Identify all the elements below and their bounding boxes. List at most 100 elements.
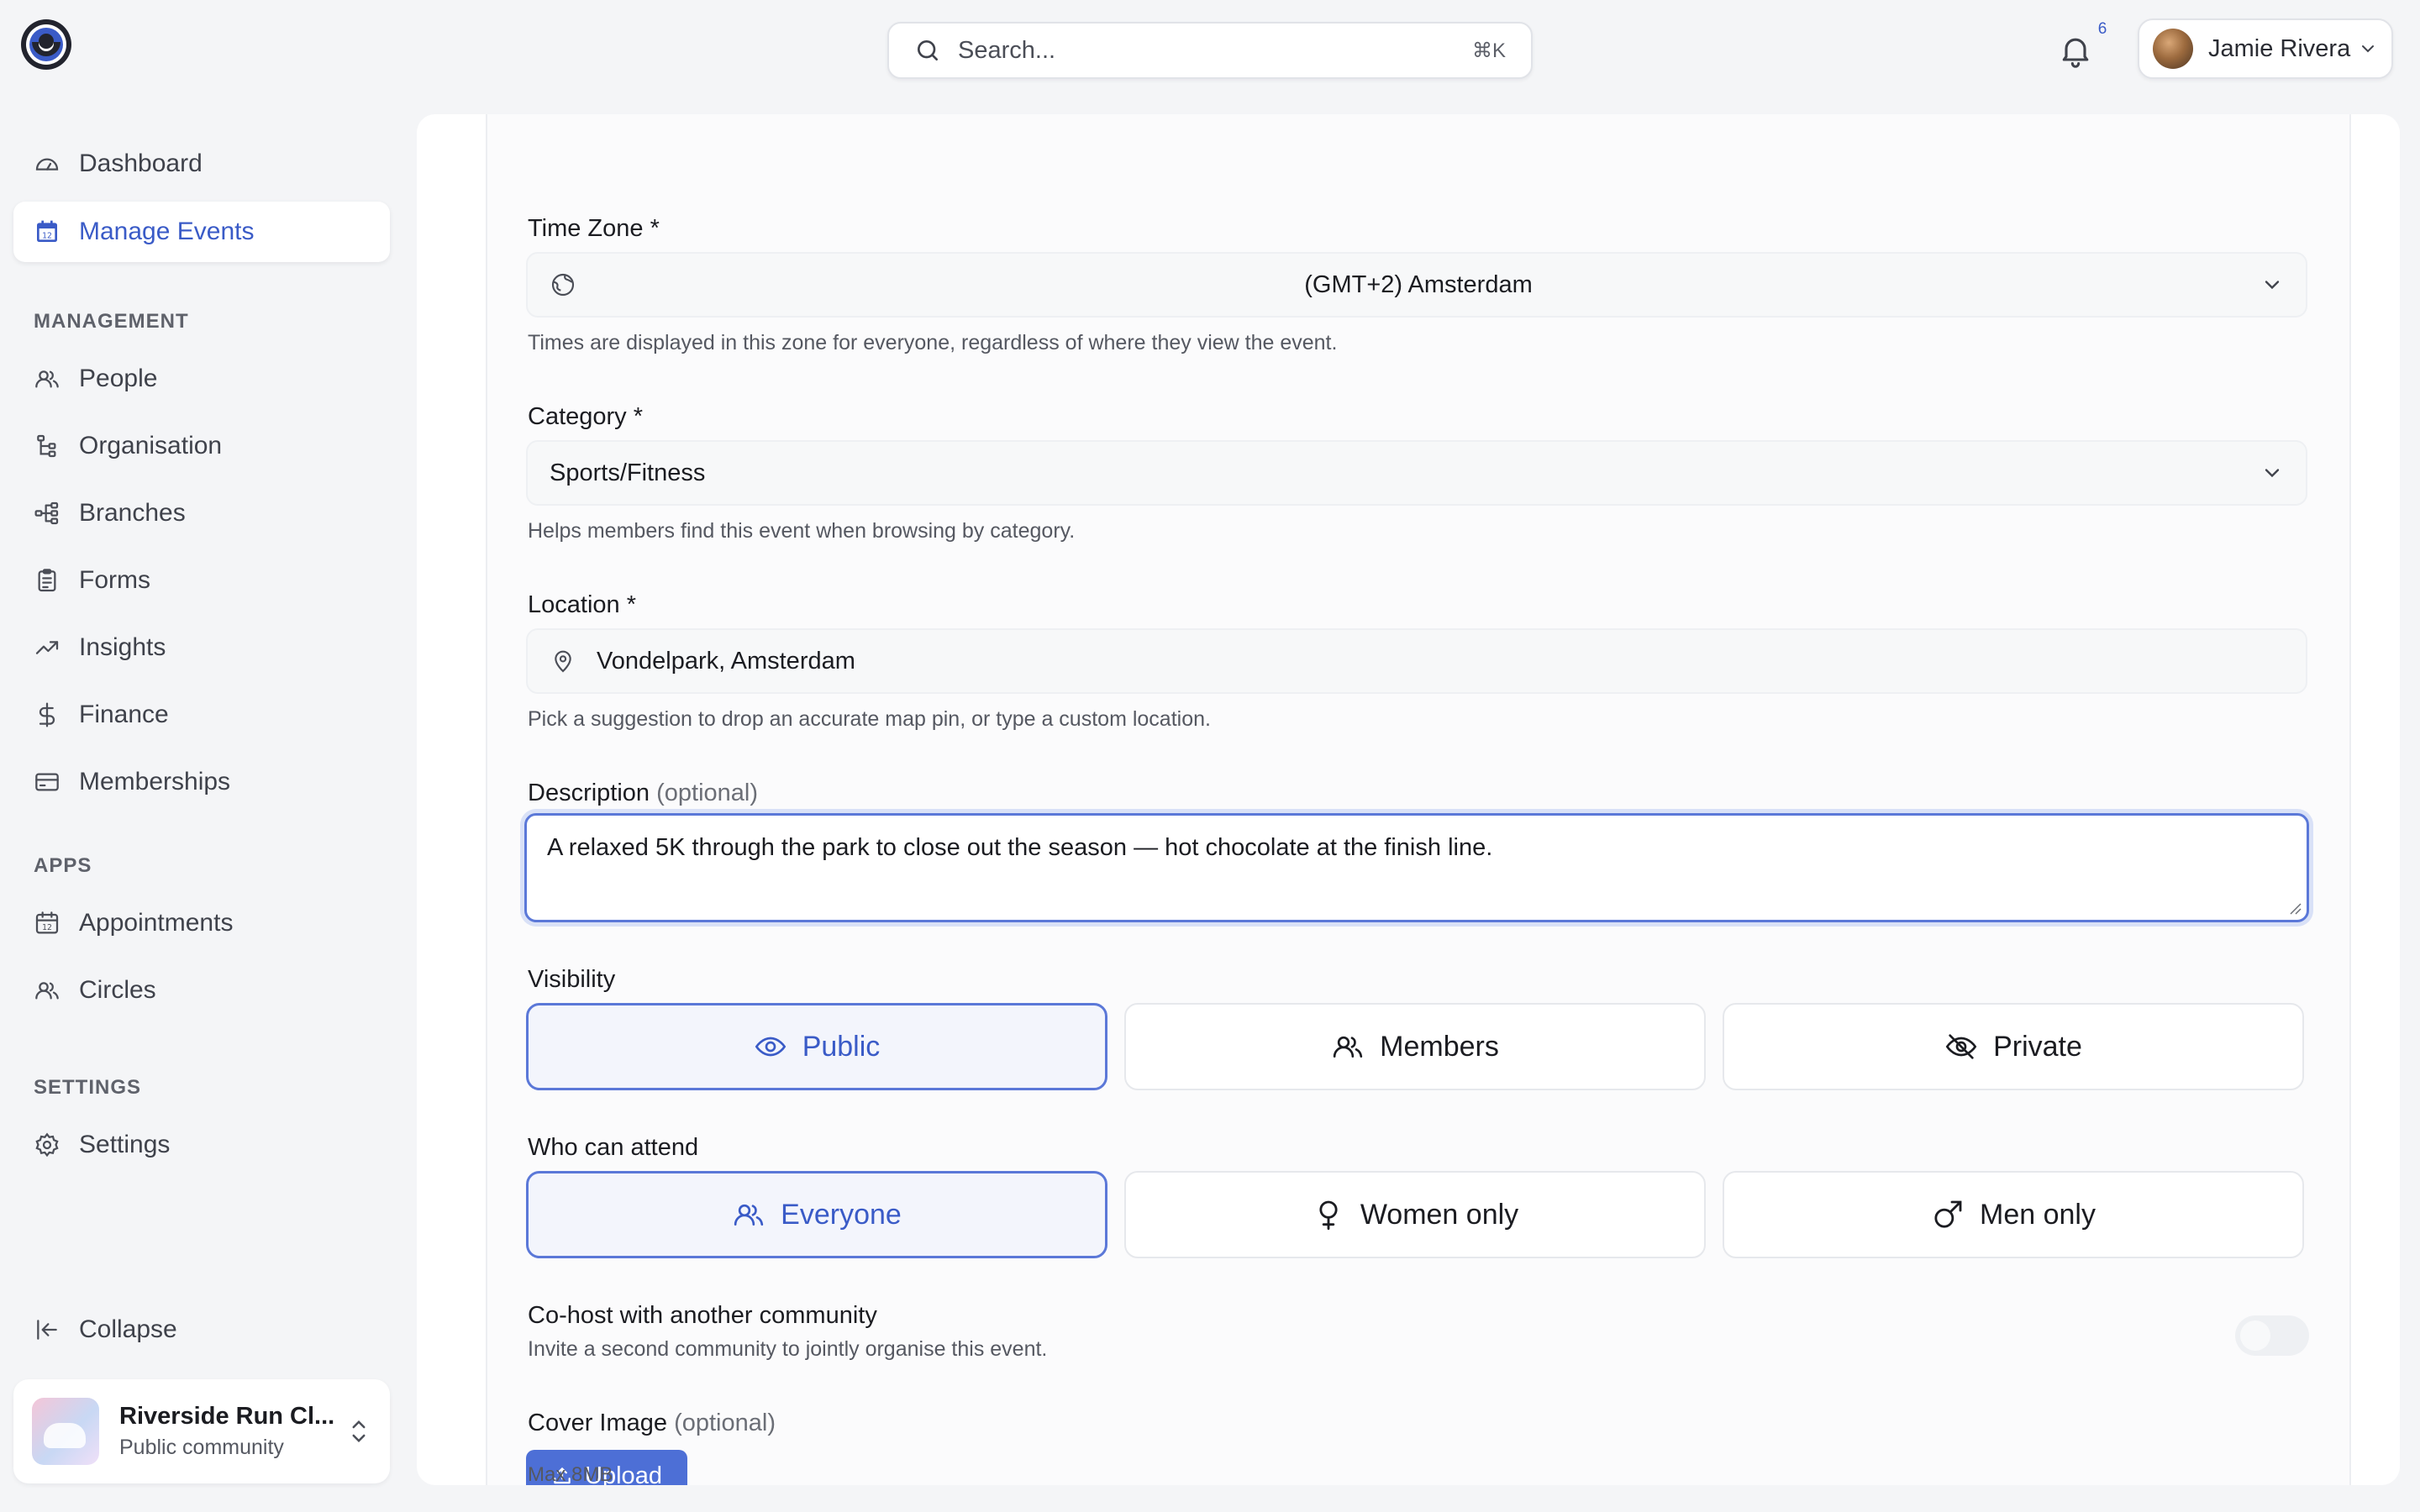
sidebar-item-organisation[interactable]: Organisation <box>13 416 390 476</box>
sidebar-item-circles[interactable]: Circles <box>13 960 390 1021</box>
attend-option-men-only[interactable]: Men only <box>1723 1171 2304 1258</box>
sidebar-item-label: People <box>79 365 158 392</box>
collapse-sidebar-button[interactable]: Collapse <box>13 1299 390 1360</box>
attend-option-label: Everyone <box>781 1198 902 1231</box>
location-value: Vondelpark, Amsterdam <box>597 647 855 675</box>
app-logo[interactable] <box>20 18 72 71</box>
description-textarea[interactable]: A relaxed 5K through the park to close o… <box>524 813 2309 922</box>
chevron-down-icon <box>2358 39 2378 59</box>
sidebar-item-label: Insights <box>79 633 166 661</box>
user-name: Jamie Rivera <box>2208 34 2351 62</box>
resize-handle-icon[interactable] <box>2286 900 2302 915</box>
cover-image-hint: Max 8MB <box>528 1463 613 1486</box>
sidebar-item-branches[interactable]: Branches <box>13 483 390 543</box>
sidebar-item-finance[interactable]: Finance <box>13 685 390 745</box>
sidebar-item-dashboard[interactable]: Dashboard <box>13 134 390 194</box>
attend-option-everyone[interactable]: Everyone <box>526 1171 1107 1258</box>
sidebar-item-label: Finance <box>79 701 169 728</box>
optional-tag: (optional) <box>674 1410 776 1436</box>
male-symbol-icon <box>1931 1198 1965 1231</box>
location-hint: Pick a suggestion to drop an accurate ma… <box>528 707 1211 731</box>
timezone-hint: Times are displayed in this zone for eve… <box>528 331 1338 354</box>
sidebar-item-label: Organisation <box>79 432 223 459</box>
sidebar-item-memberships[interactable]: Memberships <box>13 752 390 812</box>
timezone-label: Time Zone * <box>528 215 660 242</box>
users-icon <box>1331 1030 1365 1063</box>
section-heading-settings: SETTINGS <box>34 1076 142 1099</box>
sidebar-item-settings[interactable]: Settings <box>13 1115 390 1175</box>
calendar-icon: 12 <box>34 218 60 245</box>
description-label: Description (optional) <box>528 780 758 807</box>
sidebar-item-label: Dashboard <box>79 150 203 177</box>
cohost-hint: Invite a second community to jointly org… <box>528 1337 1048 1361</box>
sidebar-item-label: Settings <box>79 1131 171 1158</box>
users-icon <box>34 977 60 1004</box>
timezone-value: (GMT+2) Amsterdam <box>1304 270 1533 298</box>
search-placeholder: Search... <box>958 36 1056 64</box>
sidebar-item-label: Forms <box>79 566 150 594</box>
collapse-icon <box>34 1316 60 1343</box>
eye-off-icon <box>1944 1030 1978 1063</box>
description-label-text: Description <box>528 780 650 806</box>
chevron-up-down-icon <box>346 1415 371 1448</box>
sidebar-item-forms[interactable]: Forms <box>13 550 390 611</box>
map-pin-icon <box>550 648 576 675</box>
community-name: Riverside Run Cl... <box>119 1403 335 1430</box>
visibility-label: Visibility <box>528 966 616 993</box>
sidebar-item-manage-events[interactable]: 12 Manage Events <box>13 202 390 262</box>
location-input[interactable]: Vondelpark, Amsterdam <box>526 628 2307 694</box>
users-icon <box>34 365 60 392</box>
category-label: Category * <box>528 403 644 430</box>
sidebar-item-insights[interactable]: Insights <box>13 617 390 678</box>
search-bar[interactable]: Search... ⌘K <box>887 22 1533 79</box>
globe-icon <box>550 271 576 298</box>
location-label: Location * <box>528 591 636 618</box>
main-content: Time Zone * (GMT+2) Amsterdam Times are … <box>417 114 2400 1485</box>
description-value: A relaxed 5K through the park to close o… <box>547 834 1493 861</box>
svg-text:12: 12 <box>42 923 52 932</box>
section-heading-management: MANAGEMENT <box>34 310 189 333</box>
sidebar-item-label: Branches <box>79 499 186 527</box>
cohost-toggle[interactable] <box>2235 1315 2309 1356</box>
gauge-icon <box>34 150 60 177</box>
dollar-icon <box>34 701 60 728</box>
clipboard-icon <box>34 567 60 594</box>
community-switcher[interactable]: Riverside Run Cl... Public community <box>13 1379 390 1483</box>
calendar-icon: 12 <box>34 910 60 937</box>
user-menu[interactable]: Jamie Rivera <box>2138 18 2393 79</box>
category-select[interactable]: Sports/Fitness <box>526 440 2307 506</box>
community-avatar <box>32 1398 99 1465</box>
community-type: Public community <box>119 1436 284 1459</box>
chevron-down-icon <box>2260 461 2284 485</box>
svg-text:12: 12 <box>42 231 52 240</box>
sidebar-item-people[interactable]: People <box>13 349 390 409</box>
female-symbol-icon <box>1312 1198 1345 1231</box>
optional-tag: (optional) <box>656 780 759 806</box>
users-icon <box>732 1198 765 1231</box>
eye-icon <box>754 1030 787 1063</box>
attend-option-label: Men only <box>1980 1198 2096 1231</box>
cohost-label: Co-host with another community <box>528 1302 877 1329</box>
attend-option-women-only[interactable]: Women only <box>1124 1171 1706 1258</box>
sidebar-item-appointments[interactable]: 12 Appointments <box>13 893 390 953</box>
branches-icon <box>34 500 60 527</box>
visibility-option-private[interactable]: Private <box>1723 1003 2304 1090</box>
cover-image-label: Cover Image (optional) <box>528 1410 776 1437</box>
category-value: Sports/Fitness <box>550 459 706 486</box>
gear-icon <box>34 1131 60 1158</box>
visibility-option-members[interactable]: Members <box>1124 1003 1706 1090</box>
visibility-option-label: Members <box>1380 1030 1499 1063</box>
sidebar-item-label: Appointments <box>79 909 234 937</box>
sidebar-item-label: Memberships <box>79 768 231 795</box>
card-icon <box>34 769 60 795</box>
timezone-select[interactable]: (GMT+2) Amsterdam <box>526 252 2307 318</box>
avatar <box>2153 29 2193 69</box>
event-form: Time Zone * (GMT+2) Amsterdam Times are … <box>486 114 2351 1485</box>
chevron-down-icon <box>2260 273 2284 297</box>
search-shortcut: ⌘K <box>1471 39 1506 62</box>
cover-image-label-text: Cover Image <box>528 1410 668 1436</box>
sidebar-item-label: Manage Events <box>79 218 255 245</box>
visibility-option-public[interactable]: Public <box>526 1003 1107 1090</box>
visibility-option-label: Private <box>1993 1030 2082 1063</box>
section-heading-apps: APPS <box>34 854 92 877</box>
